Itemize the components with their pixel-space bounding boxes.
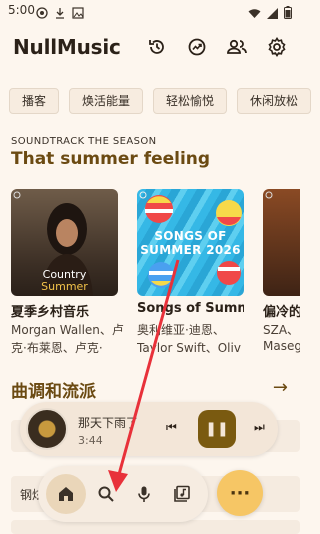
- nav-voice[interactable]: [132, 482, 156, 506]
- skip-previous-icon[interactable]: ⏮: [166, 420, 177, 435]
- nav-home[interactable]: [46, 474, 86, 514]
- card-title-1[interactable]: 夏季乡村音乐: [11, 301, 89, 320]
- playlist-cover-songs-of-summer[interactable]: SONGS OF SUMMER 2026: [137, 189, 244, 296]
- people-icon[interactable]: [226, 36, 248, 58]
- card-title-3[interactable]: 偏冷的: [263, 301, 300, 320]
- more-button[interactable]: ···: [217, 470, 263, 516]
- image-icon: [72, 4, 84, 19]
- nav-library[interactable]: [170, 482, 194, 506]
- settings-icon[interactable]: [266, 36, 288, 58]
- genres-title: 曲调和流派: [11, 382, 96, 402]
- chip-energize[interactable]: 焕活能量: [69, 88, 144, 114]
- chip-feel-good[interactable]: 轻松愉悦: [153, 88, 228, 114]
- skip-next-icon[interactable]: ⏭: [254, 420, 265, 435]
- app-title: NullMusic: [13, 35, 121, 59]
- wifi-icon: [248, 4, 261, 23]
- home-icon: [59, 487, 73, 501]
- cover-text-songs-of-summer: SONGS OF SUMMER 2026: [140, 229, 241, 257]
- arrow-right-icon[interactable]: →: [273, 377, 288, 398]
- download-icon: [54, 4, 66, 19]
- card-subtitle-1b: 克·布莱恩、卢克·: [11, 341, 103, 355]
- cover-text-country-summer: Country Summer: [41, 268, 88, 293]
- card-subtitle-2b: Taylor Swift、Oliv: [137, 341, 241, 355]
- mood-chips: 播客 焕活能量 轻松愉悦 休闲放松: [9, 88, 312, 114]
- now-playing-title: 那天下雨了: [78, 416, 139, 430]
- search-icon: [98, 486, 114, 502]
- card-subtitle-2a: 奥利维亚·迪恩、: [137, 323, 225, 337]
- stats-icon[interactable]: [186, 36, 208, 58]
- card-subtitle-3b: Masego: [263, 339, 300, 353]
- pause-button[interactable]: ❚❚: [198, 410, 236, 448]
- status-notification-icons: [36, 4, 84, 19]
- card-subtitle-1a: Morgan Wallen、卢: [11, 323, 124, 337]
- status-bar: 5:00: [0, 0, 300, 22]
- section-eyebrow: SOUNDTRACK THE SEASON: [11, 136, 157, 147]
- now-playing-time: 3:44: [78, 434, 103, 447]
- playlist-cover-country-summer[interactable]: Country Summer: [11, 189, 118, 296]
- browser-icon: [36, 4, 48, 19]
- card-title-2[interactable]: Songs of Summe: [137, 301, 244, 316]
- playlist-cover-3[interactable]: [263, 189, 300, 296]
- chip-podcast[interactable]: 播客: [9, 88, 60, 114]
- history-icon[interactable]: [146, 36, 168, 58]
- pause-icon: ❚❚: [205, 421, 229, 437]
- section-title: That summer feeling: [11, 149, 211, 169]
- library-icon: [174, 485, 190, 502]
- card-subtitle-3a: SZA、: [263, 323, 300, 337]
- mini-player[interactable]: 那天下雨了 3:44 ⏮ ❚❚ ⏭: [20, 402, 278, 456]
- status-time: 5:00: [8, 3, 35, 17]
- battery-icon: [284, 4, 292, 23]
- chip-relax[interactable]: 休闲放松: [237, 88, 312, 114]
- microphone-icon: [138, 486, 150, 502]
- bottom-navigation: [38, 466, 208, 522]
- signal-icon: [267, 4, 278, 23]
- nav-search[interactable]: [94, 482, 118, 506]
- album-art[interactable]: [26, 408, 68, 450]
- header-actions: [146, 36, 288, 58]
- genre-row-3[interactable]: [11, 520, 300, 534]
- status-system-icons: [248, 4, 292, 23]
